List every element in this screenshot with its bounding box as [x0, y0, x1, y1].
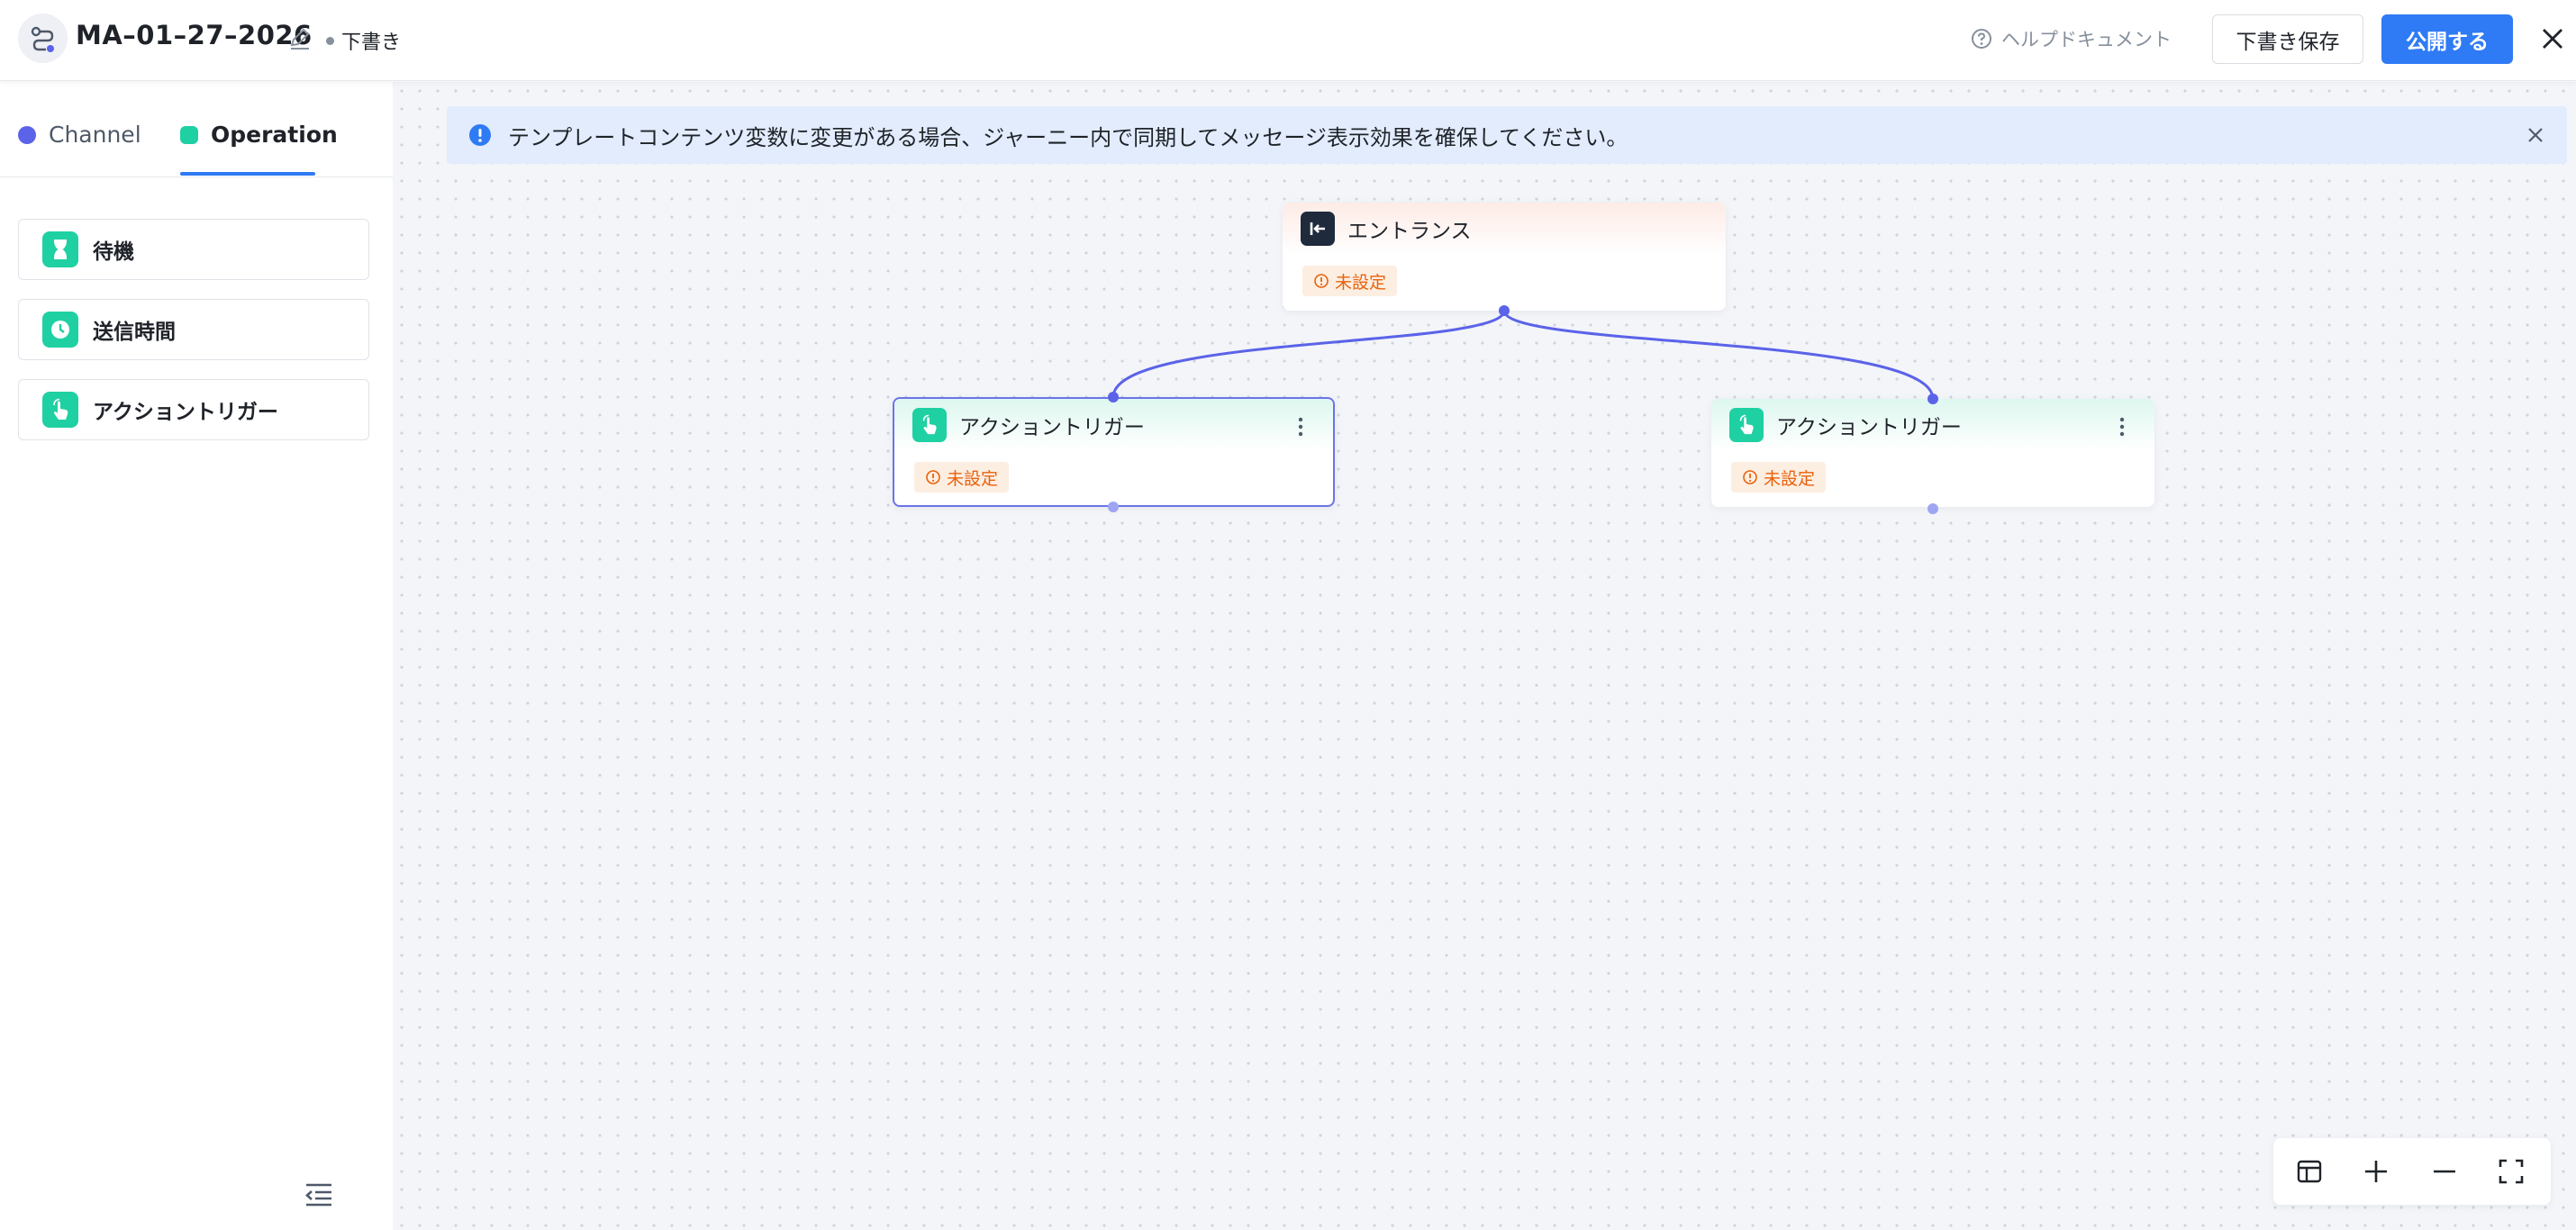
operation-dot-icon [180, 125, 198, 144]
close-icon[interactable] [2538, 24, 2567, 53]
help-icon [1972, 29, 1991, 49]
layout-icon[interactable] [2295, 1157, 2324, 1186]
channel-dot-icon [18, 125, 36, 144]
canvas-controls [2273, 1138, 2551, 1205]
operation-item-action-trigger[interactable]: アクショントリガー [18, 379, 369, 440]
journey-icon [18, 14, 68, 63]
collapse-sidebar-icon[interactable] [303, 1179, 335, 1211]
handle-trigger-left-in [1108, 392, 1119, 402]
operation-item-label: アクショントリガー [93, 401, 278, 424]
save-draft-button[interactable]: 下書き保存 [2212, 14, 2363, 64]
active-tab-indicator [180, 172, 315, 176]
edit-title-icon[interactable] [286, 25, 313, 52]
zoom-out-icon[interactable] [2430, 1157, 2459, 1186]
operation-item-label: 送信時間 [93, 321, 176, 344]
handle-trigger-right-in [1927, 393, 1938, 404]
tab-operation-label: Operation [211, 122, 338, 148]
handle-trigger-right-out [1927, 503, 1938, 514]
operation-item-wait[interactable]: 待機 [18, 219, 369, 280]
handle-entrance-out [1499, 305, 1510, 316]
publish-button[interactable]: 公開する [2381, 14, 2513, 64]
status-label: 下書き [341, 32, 402, 54]
operation-item-send-time[interactable]: 送信時間 [18, 299, 369, 360]
tab-operation[interactable]: Operation [180, 122, 338, 148]
journey-canvas[interactable]: テンプレートコンテンツ変数に変更がある場合、ジャーニー内で同期してメッセージ表示… [393, 82, 2576, 1230]
hourglass-icon [42, 231, 78, 267]
top-bar: MA–01–27–2026 下書き ヘルプドキュメント 下書き保存 公開する [0, 0, 2576, 81]
clock-icon [42, 312, 78, 348]
operation-sidebar: Channel Operation 待機 送信時間 アクショントリガー [0, 82, 393, 1230]
status-dot [326, 36, 334, 45]
draft-status: 下書き [326, 26, 401, 55]
connection-handles [1108, 305, 1938, 514]
fullscreen-icon[interactable] [2497, 1157, 2526, 1186]
zoom-in-icon[interactable] [2362, 1157, 2390, 1186]
journey-title: MA–01–27–2026 [76, 20, 313, 50]
tab-channel-label: Channel [49, 122, 141, 148]
help-label: ヘルプドキュメント [2001, 29, 2172, 50]
operation-item-label: 待機 [93, 240, 134, 264]
tab-channel[interactable]: Channel [18, 122, 141, 148]
handle-trigger-left-out [1108, 502, 1119, 512]
help-link[interactable]: ヘルプドキュメント [1971, 25, 2172, 52]
sidebar-tabs: Channel Operation [0, 82, 393, 177]
tap-hand-icon [42, 392, 78, 428]
